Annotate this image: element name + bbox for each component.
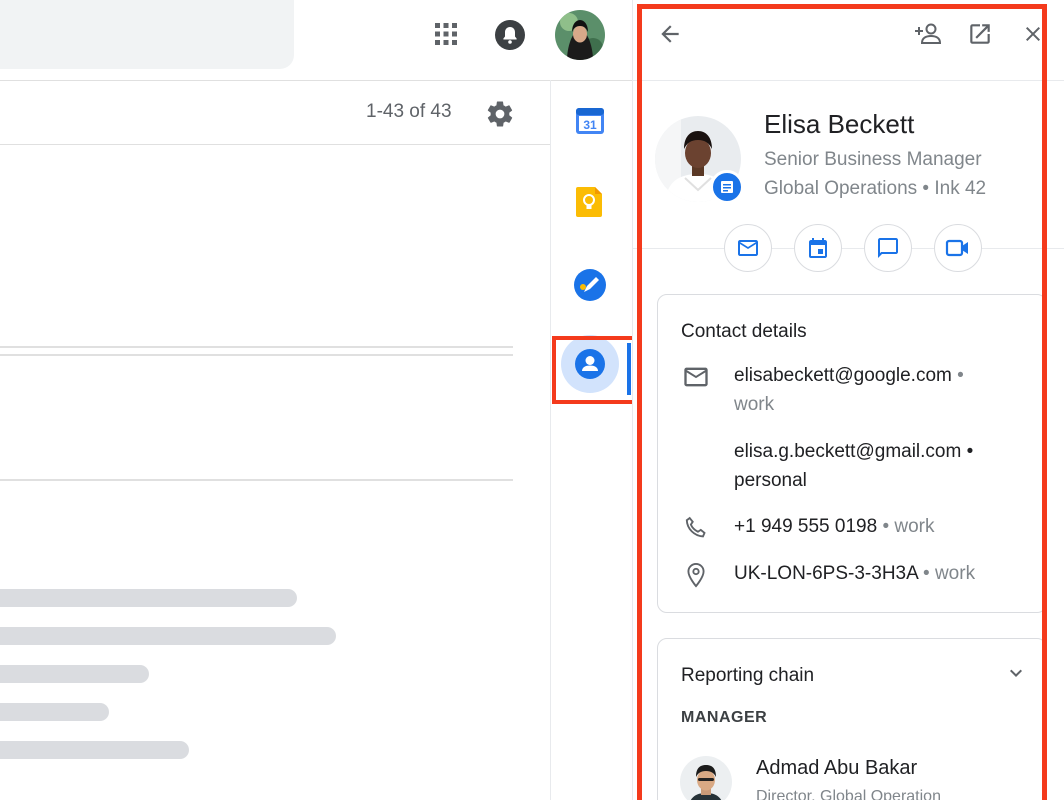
- search-box[interactable]: [0, 0, 294, 69]
- video-call-icon: [945, 239, 968, 257]
- placeholder-line: [0, 665, 149, 683]
- placeholder-line: [0, 589, 297, 607]
- calendar-icon: 31: [576, 108, 604, 134]
- send-email-button[interactable]: [724, 224, 772, 272]
- separator: •: [951, 365, 964, 386]
- contact-job-title: Senior Business Manager: [764, 149, 982, 170]
- side-panel-rail: 31: [550, 80, 632, 800]
- email-icon: [738, 240, 758, 256]
- reporting-chain-card: Reporting chain MANAGER Admad Abu Bakar …: [657, 638, 1047, 800]
- open-in-new-icon: [970, 24, 990, 44]
- location-type-label: work: [934, 563, 976, 584]
- manager-section-label: MANAGER: [681, 709, 768, 726]
- email-type-label: work: [734, 394, 775, 415]
- contact-details-card: Contact details elisabeckett@google.com …: [657, 294, 1047, 613]
- keep-icon: [576, 187, 602, 217]
- reporting-chain-heading: Reporting chain: [681, 665, 815, 686]
- close-panel-button[interactable]: [1017, 18, 1049, 50]
- header-divider: [633, 248, 1064, 249]
- chevron-down-icon[interactable]: [1004, 661, 1028, 685]
- phone-icon: [682, 514, 710, 542]
- email-icon: [682, 363, 710, 391]
- separator: •: [877, 516, 890, 537]
- email-address[interactable]: elisa.g.beckett@gmail.com: [734, 441, 961, 462]
- contact-details-heading: Contact details: [681, 321, 807, 342]
- user-avatar[interactable]: [555, 10, 605, 60]
- tasks-icon: [574, 269, 606, 301]
- calendar-app-button[interactable]: 31: [561, 92, 619, 150]
- topbar-divider: [0, 80, 640, 81]
- notifications-bell-icon[interactable]: [494, 19, 526, 51]
- back-arrow-icon: [661, 25, 679, 43]
- placeholder-line: [0, 627, 336, 645]
- phone-number[interactable]: +1 949 555 0198: [734, 516, 877, 537]
- top-bar: [0, 0, 640, 80]
- location-pin-icon: [682, 561, 710, 589]
- calendar-icon: [809, 238, 827, 258]
- panel-header-divider: [633, 80, 1064, 81]
- tasks-app-button[interactable]: [561, 256, 619, 314]
- chat-icon: [878, 238, 898, 258]
- back-button[interactable]: [654, 18, 686, 50]
- separator: •: [917, 563, 930, 584]
- placeholder-line: [0, 703, 109, 721]
- work-phone[interactable]: +1 949 555 0198 • work: [734, 512, 1034, 541]
- calendar-icon-date: 31: [583, 118, 597, 132]
- work-email[interactable]: elisabeckett@google.com • work: [734, 361, 1034, 419]
- desk-location[interactable]: UK-LON-6PS-3-3H3A • work: [734, 559, 1034, 588]
- list-divider: [0, 346, 513, 348]
- location-code[interactable]: UK-LON-6PS-3-3H3A: [734, 563, 918, 584]
- placeholder-line: [0, 741, 189, 759]
- personal-email[interactable]: elisa.g.beckett@gmail.com • personal: [734, 437, 1034, 495]
- workspace-directory-badge-icon: [710, 170, 744, 204]
- manager-role: Director, Global Operation: [756, 788, 941, 800]
- open-in-new-tab-button[interactable]: [964, 18, 996, 50]
- contact-side-panel: Elisa Beckett Senior Business Manager Gl…: [632, 0, 1064, 800]
- settings-gear-icon[interactable]: [485, 99, 515, 129]
- start-chat-button[interactable]: [864, 224, 912, 272]
- contacts-button-highlight: [552, 336, 640, 404]
- video-call-button[interactable]: [934, 224, 982, 272]
- add-person-icon: [915, 23, 942, 44]
- separator: •: [961, 441, 974, 462]
- pagination-range: 1-43 of 43: [366, 101, 452, 122]
- contact-organization: Global Operations • Ink 42: [764, 178, 987, 199]
- manager-avatar[interactable]: [680, 756, 732, 800]
- list-divider: [0, 479, 513, 481]
- contact-name: Elisa Beckett: [764, 109, 915, 139]
- manager-name[interactable]: Admad Abu Bakar: [756, 757, 917, 780]
- email-address[interactable]: elisabeckett@google.com: [734, 365, 952, 386]
- apps-grid-icon[interactable]: [432, 20, 460, 48]
- list-divider: [0, 144, 550, 145]
- keep-app-button[interactable]: [561, 173, 619, 231]
- close-icon: [1026, 27, 1040, 41]
- email-type-label: personal: [734, 470, 807, 491]
- phone-type-label: work: [894, 516, 935, 537]
- list-divider: [0, 354, 513, 356]
- schedule-event-button[interactable]: [794, 224, 842, 272]
- add-contact-button[interactable]: [912, 18, 944, 50]
